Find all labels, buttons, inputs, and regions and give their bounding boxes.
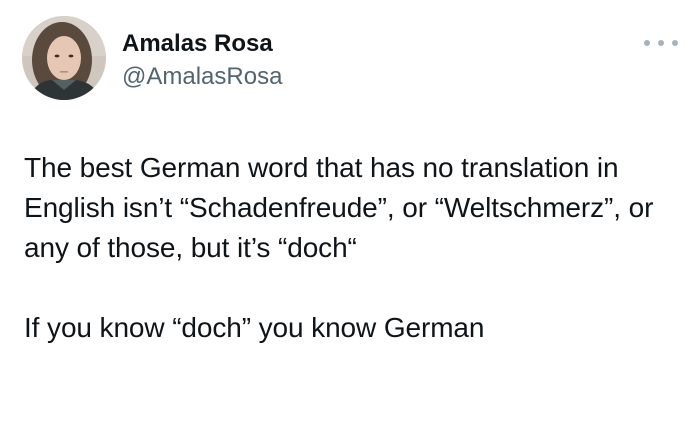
user-handle[interactable]: @AmalasRosa [122, 60, 282, 94]
author-info: Amalas Rosa @AmalasRosa [122, 30, 282, 94]
profile-photo-icon [22, 16, 106, 100]
tweet-text: The best German word that has no transla… [24, 148, 684, 348]
dot [658, 40, 664, 46]
dot [672, 40, 678, 46]
tweet-card: Amalas Rosa @AmalasRosa The best German … [0, 0, 700, 430]
tweet-paragraph: The best German word that has no transla… [24, 152, 654, 263]
avatar[interactable] [22, 16, 106, 100]
more-options-icon[interactable] [644, 36, 678, 50]
tweet-paragraph: If you know “doch” you know German [24, 312, 485, 343]
display-name[interactable]: Amalas Rosa [122, 30, 282, 58]
dot [644, 40, 650, 46]
